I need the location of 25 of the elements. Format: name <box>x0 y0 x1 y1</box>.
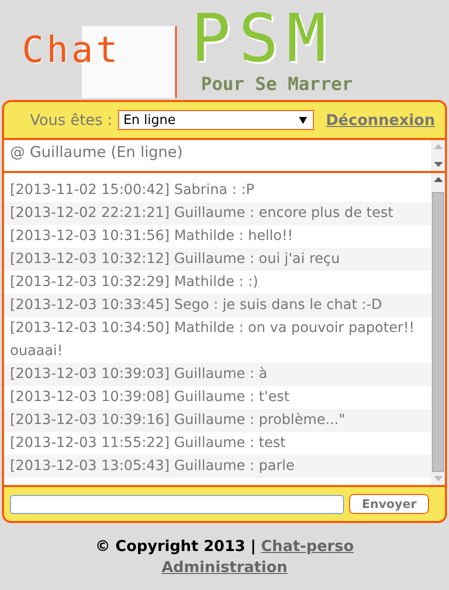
scrollbar[interactable] <box>431 140 445 171</box>
scrollbar[interactable] <box>431 173 445 485</box>
scroll-down-icon <box>434 162 442 167</box>
chat-message: [2013-12-02 22:21:21] Guillaume : encore plus de test <box>4 202 431 225</box>
logo-tagline: Pour Se Marrer <box>201 74 353 95</box>
chat-message: [2013-12-03 10:39:16] Guillaume : problème..." <box>4 409 431 432</box>
scroll-down-icon <box>434 476 442 481</box>
status-dropdown[interactable]: En ligne <box>118 110 314 130</box>
logout-link[interactable]: Déconnexion <box>326 111 435 129</box>
logo-psm-text: PSM <box>191 6 334 72</box>
scroll-up-icon <box>434 177 442 182</box>
chat-perso-link[interactable]: Chat-perso <box>261 537 354 555</box>
copyright-text: © Copyright 2013 | <box>95 537 256 555</box>
scrollbar-thumb[interactable] <box>432 192 444 472</box>
status-label: Vous êtes : <box>30 111 112 129</box>
logo-chat-text: Chat <box>22 26 177 98</box>
chat-message: [2013-12-03 10:32:12] Guillaume : oui j'ai reçu <box>4 248 431 271</box>
send-button[interactable]: Envoyer <box>349 494 429 514</box>
chat-message: [2013-12-03 10:39:03] Guillaume : à <box>4 363 431 386</box>
dropdown-arrow-icon <box>299 116 308 124</box>
message-input[interactable] <box>10 494 344 514</box>
chat-message: [2013-12-03 10:33:45] Sego : je suis dans le chat :-D <box>4 294 431 317</box>
chat-message: [2013-12-03 13:05:43] Guillaume : parle <box>4 455 431 478</box>
scroll-up-icon <box>434 144 442 149</box>
administration-link[interactable]: Administration <box>162 558 288 576</box>
